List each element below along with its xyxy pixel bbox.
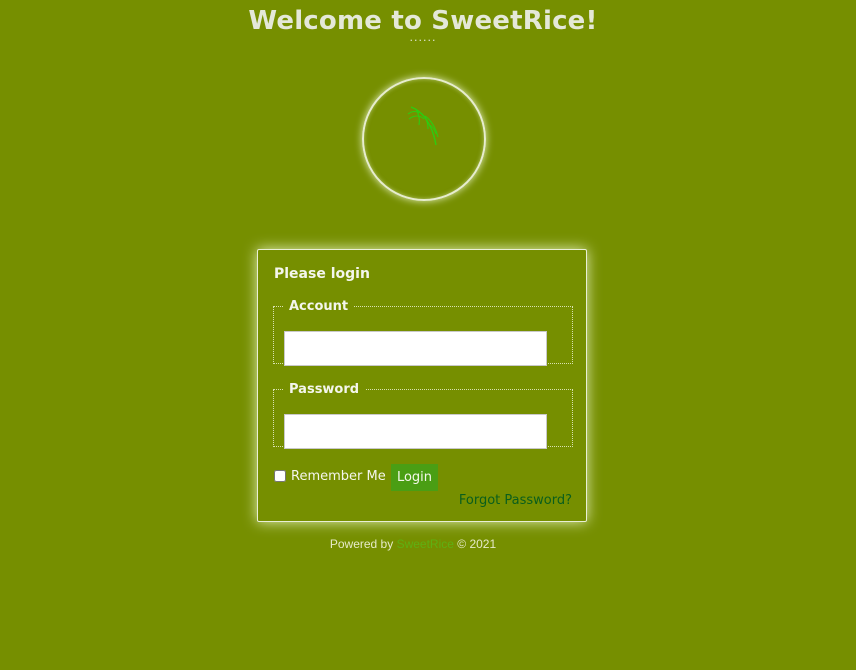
title-dots: ...... — [409, 31, 437, 44]
account-fieldset: Account — [273, 299, 573, 366]
remember-me[interactable]: Remember Me — [274, 468, 386, 484]
sweetrice-link[interactable]: SweetRice — [397, 537, 454, 551]
password-fieldset: Password — [273, 382, 573, 449]
password-input[interactable] — [284, 414, 547, 449]
logo — [362, 77, 486, 201]
copyright-text: © 2021 — [457, 537, 497, 551]
remember-me-label: Remember Me — [291, 469, 386, 484]
password-label: Password — [289, 382, 360, 397]
login-form: Please login Account Password Remember M… — [257, 249, 587, 522]
forgot-password-link[interactable]: Forgot Password? — [459, 493, 572, 508]
login-button[interactable]: Login — [391, 464, 438, 491]
footer: Powered by SweetRice © 2021 — [0, 537, 826, 551]
remember-me-checkbox[interactable] — [274, 469, 286, 482]
account-label: Account — [289, 299, 349, 314]
rice-plant-icon — [407, 106, 439, 146]
login-heading: Please login — [274, 266, 370, 282]
powered-by-text: Powered by — [329, 537, 394, 551]
account-input[interactable] — [284, 331, 547, 366]
login-page: Welcome to SweetRice! ...... Please logi… — [0, 0, 856, 670]
